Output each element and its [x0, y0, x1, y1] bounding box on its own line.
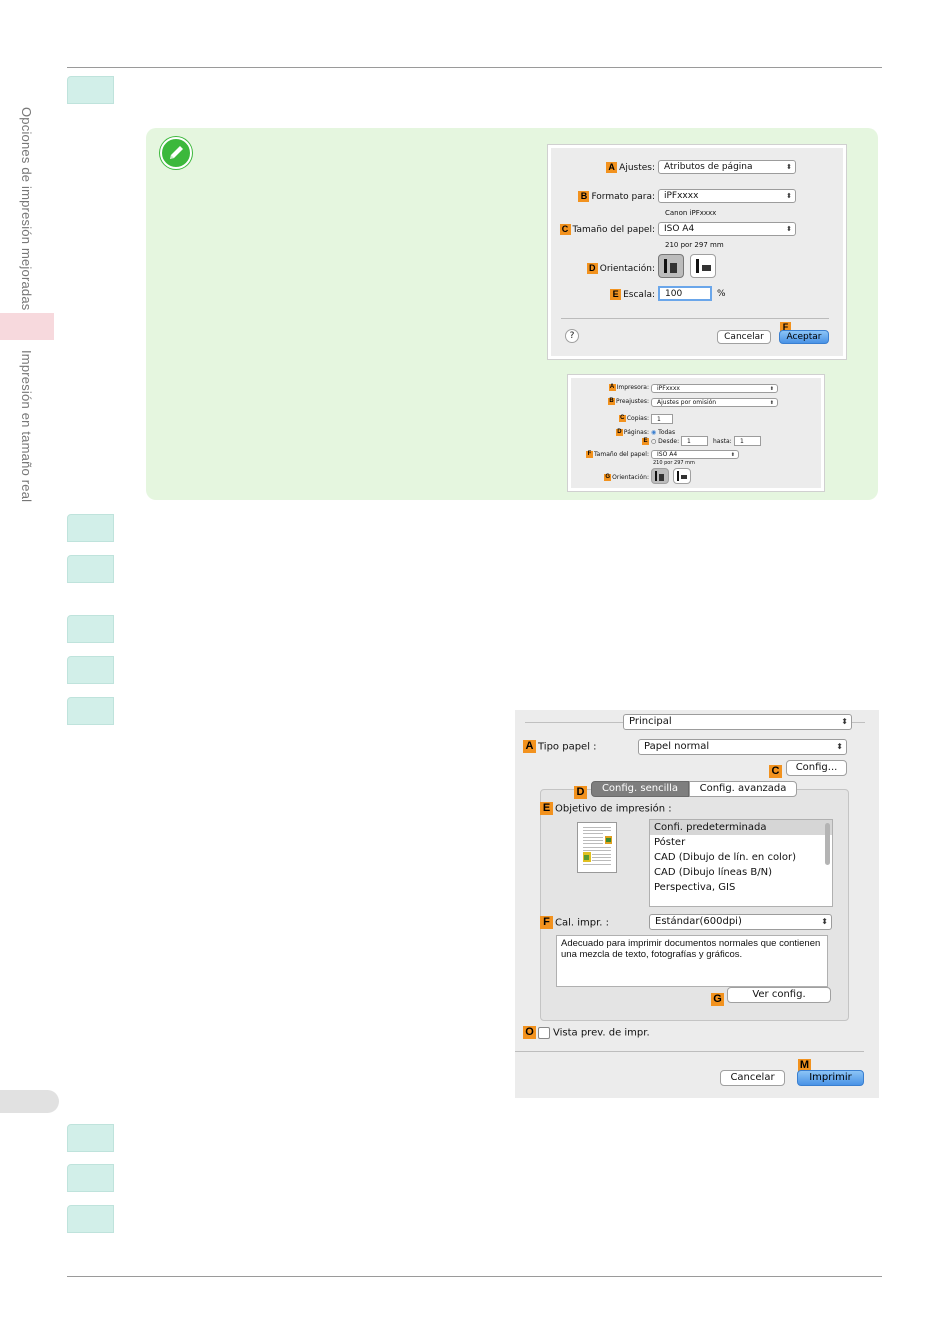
tab-config-avanzada[interactable]: Config. avanzada: [689, 781, 797, 797]
desde-input[interactable]: 1: [681, 436, 708, 446]
tamano-subtext: 210 por 297 mm: [665, 241, 724, 249]
step-marker: [67, 76, 114, 104]
preajustes-label: B Preajustes:: [607, 398, 649, 405]
tipo-papel-select[interactable]: Papel normal ⬍: [638, 739, 847, 755]
ajustes-select[interactable]: Atributos de página ⬍: [658, 160, 796, 174]
badge-c: C: [769, 761, 782, 780]
divider: [515, 1051, 864, 1052]
escala-input[interactable]: 100: [658, 286, 712, 301]
escala-label: E Escala:: [610, 289, 655, 300]
landscape-orientation-icon[interactable]: [673, 468, 691, 484]
description-textbox: Adecuado para imprimir documentos normal…: [556, 935, 828, 987]
portrait-orientation-icon[interactable]: [651, 468, 669, 484]
preajustes-select[interactable]: Ajustes por omisión ⬍: [651, 398, 778, 407]
tipo-papel-label: A Tipo papel :: [523, 740, 597, 753]
step-marker: [67, 615, 114, 643]
tamano-subtext-small: 210 por 297 mm: [653, 460, 695, 466]
formato-label: B Formato para:: [578, 191, 655, 202]
hasta-input[interactable]: 1: [734, 436, 761, 446]
badge-d: D: [586, 263, 598, 274]
badge-g: G: [711, 989, 724, 1008]
hasta-label: hasta:: [713, 438, 732, 445]
step-marker: [67, 697, 114, 725]
config-button[interactable]: Config...: [786, 760, 847, 776]
cancel-button[interactable]: Cancelar: [717, 330, 771, 344]
step-marker: [67, 1124, 114, 1152]
tamano-label: C Tamaño del papel:: [559, 224, 655, 235]
landscape-orientation-icon[interactable]: [690, 254, 716, 278]
top-rule: [67, 67, 882, 68]
accept-button[interactable]: Aceptar: [779, 330, 829, 344]
escala-unit: %: [717, 289, 726, 299]
vista-previa-checkbox[interactable]: O Vista prev. de impr.: [523, 1026, 650, 1039]
tamano-label-small: F Tamaño del papel:: [586, 451, 649, 458]
badge-d: D: [574, 782, 587, 801]
sidebar-subsection-title: Impresión en tamaño real: [19, 350, 34, 503]
list-item[interactable]: CAD (Dibujo de lín. en color): [650, 850, 832, 865]
list-item[interactable]: Póster: [650, 835, 832, 850]
formato-select[interactable]: iPFxxxx ⬍: [658, 189, 796, 203]
copias-input[interactable]: 1: [651, 414, 673, 424]
principal-dialog: Principal ⬍ A Tipo papel : Papel normal ⬍ C…: [515, 710, 879, 1098]
impresora-select[interactable]: iPFxxxx ⬍: [651, 384, 778, 393]
paginas-label: D Páginas:: [615, 429, 649, 436]
step-marker: [67, 514, 114, 542]
bottom-rule: [67, 1276, 882, 1277]
scrollbar-thumb[interactable]: [825, 823, 830, 865]
help-button[interactable]: ?: [565, 329, 579, 343]
copias-label: C Copias:: [618, 415, 649, 422]
list-item[interactable]: Confi. predeterminada: [650, 820, 832, 835]
step-marker: [67, 656, 114, 684]
orientacion-label-small: G Orientación:: [604, 474, 649, 481]
badge-c: C: [559, 224, 571, 235]
cal-impr-select[interactable]: Estándar(600dpi) ⬍: [649, 914, 832, 930]
step-marker: [67, 555, 114, 583]
sidebar-page-tab: [0, 1090, 59, 1113]
formato-subtext: Canon iPFxxxx: [665, 209, 717, 217]
desde-radio[interactable]: ○ Desde:: [651, 438, 679, 445]
portrait-orientation-icon[interactable]: [658, 254, 684, 278]
panel-select[interactable]: Principal ⬍: [623, 714, 852, 730]
list-item[interactable]: CAD (Dibujo líneas B/N): [650, 865, 832, 880]
objetivo-label: E Objetivo de impresión :: [540, 802, 672, 815]
ver-config-button[interactable]: Ver config.: [727, 987, 831, 1003]
page-setup-dialog: A Ajustes: Atributos de página ⬍ B Formato …: [548, 145, 846, 359]
badge-e: E: [610, 289, 622, 300]
badge-a: A: [606, 162, 618, 173]
cal-impr-label: F Cal. impr. :: [540, 916, 609, 929]
cancel-button[interactable]: Cancelar: [720, 1070, 785, 1086]
tamano-select-small[interactable]: ISO A4 ⬍: [651, 450, 739, 459]
list-item[interactable]: Perspectiva, GIS: [650, 880, 832, 895]
print-button[interactable]: Imprimir: [797, 1070, 864, 1086]
badge-b: B: [578, 191, 590, 202]
desde-badge: E: [642, 438, 649, 445]
pencil-note-icon: [160, 137, 192, 169]
todas-radio[interactable]: ◉ Todas: [651, 429, 675, 436]
impresora-label: A Impresora:: [608, 384, 649, 391]
tamano-select[interactable]: ISO A4 ⬍: [658, 222, 796, 236]
orientacion-label: D Orientación:: [586, 263, 655, 274]
document-preview-thumbnail: [577, 822, 617, 873]
step-marker: [67, 1164, 114, 1192]
tab-config-sencilla[interactable]: Config. sencilla: [591, 781, 689, 797]
ajustes-label: A Ajustes:: [606, 162, 655, 173]
step-marker: [67, 1205, 114, 1233]
objetivo-listbox[interactable]: Confi. predeterminada Póster CAD (Dibujo…: [649, 819, 833, 907]
print-dialog-small: A Impresora: iPFxxxx ⬍ B Preajustes: Ajuste…: [568, 375, 824, 491]
sidebar-active-marker: [0, 313, 54, 340]
sidebar-section-title: Opciones de impresión mejoradas: [19, 107, 34, 311]
